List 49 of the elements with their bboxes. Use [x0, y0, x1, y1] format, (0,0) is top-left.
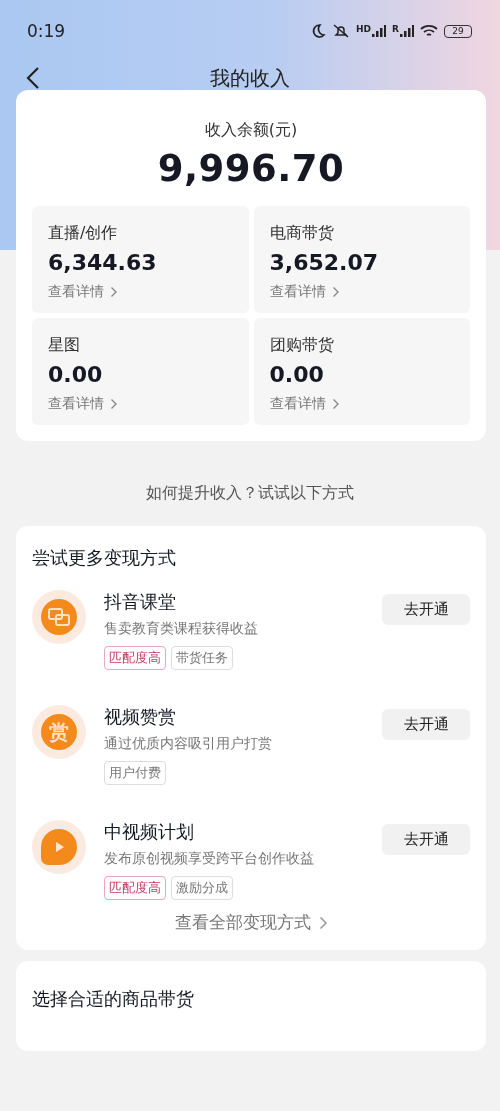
page-title: 我的收入	[210, 64, 290, 92]
moon-icon	[310, 23, 327, 39]
chevron-icon	[331, 398, 340, 410]
feature-icon: 赏	[32, 705, 86, 759]
tile-amount: 3,652.07	[269, 250, 380, 275]
item-description: 发布原创视频享受跨平台创作收益	[104, 850, 315, 868]
section-title: 选择合适的商品带货	[32, 987, 195, 1011]
balance-amount: 9,996.70	[156, 147, 346, 190]
view-all-link[interactable]: 查看全部变现方式	[174, 911, 328, 934]
activate-button[interactable]: 去开通	[382, 824, 470, 855]
details-link[interactable]: 查看详情	[48, 395, 118, 413]
signal-bars-icon	[400, 25, 414, 37]
roaming-label: R	[392, 25, 399, 34]
tile-amount: 6,344.63	[48, 250, 158, 275]
item-title: 中视频计划	[104, 820, 195, 844]
tile-label: 直播/创作	[48, 223, 119, 244]
chevron-icon	[318, 915, 328, 930]
item-title: 视频赞赏	[104, 705, 177, 729]
chevron-icon	[110, 286, 118, 298]
tile-label: 团购带货	[269, 335, 335, 356]
tag: 匹配度高	[104, 876, 166, 900]
tag: 用户付费	[104, 761, 166, 785]
course-icon	[48, 608, 70, 626]
battery-icon: 29	[444, 24, 472, 38]
status-time: 0:19	[27, 21, 66, 41]
wifi-icon	[420, 24, 438, 38]
item-description: 售卖教育类课程获得收益	[104, 620, 259, 638]
signal-bars-icon	[372, 25, 387, 37]
chevron-icon	[331, 286, 340, 298]
network-label: HD	[356, 25, 372, 34]
tip-text: 如何提升收入？试试以下方式	[146, 483, 354, 504]
muted-bell-icon	[332, 23, 351, 39]
details-link[interactable]: 查看详情	[269, 283, 340, 301]
tile-label: 电商带货	[269, 223, 335, 244]
activate-button[interactable]: 去开通	[382, 594, 470, 625]
tile-label: 星图	[48, 335, 81, 356]
item-description: 通过优质内容吸引用户打赏	[104, 735, 273, 753]
balance-label: 收入余额(元)	[203, 120, 299, 141]
section-title: 尝试更多变现方式	[32, 546, 177, 570]
details-link[interactable]: 查看详情	[48, 283, 118, 301]
tile-amount: 0.00	[269, 362, 325, 387]
tile-amount: 0.00	[48, 362, 104, 387]
item-title: 抖音课堂	[104, 590, 177, 614]
chevron-icon	[110, 398, 118, 410]
details-link[interactable]: 查看详情	[269, 395, 340, 413]
activate-button[interactable]: 去开通	[382, 709, 470, 740]
tag: 激励分成	[171, 876, 233, 900]
tag: 匹配度高	[104, 646, 166, 670]
tag: 带货任务	[171, 646, 233, 670]
